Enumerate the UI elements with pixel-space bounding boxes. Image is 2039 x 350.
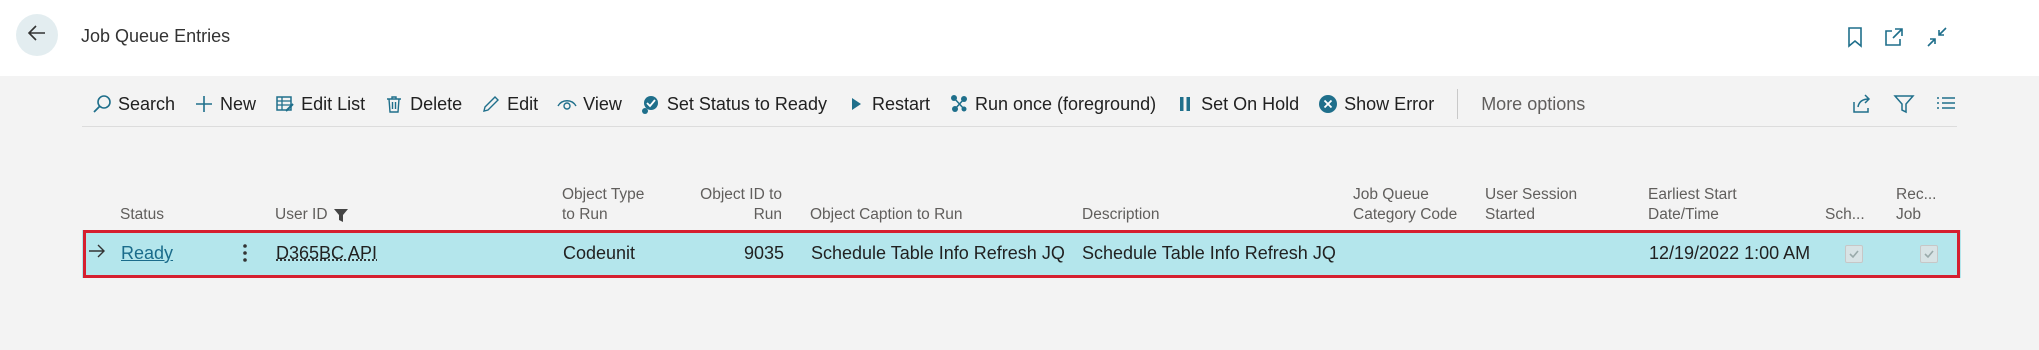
column-header-scheduled[interactable]: Sch... — [1825, 205, 1865, 225]
play-icon — [845, 93, 867, 115]
row-actions-more-icon[interactable] — [241, 242, 249, 269]
column-header-user-id[interactable]: User ID — [275, 205, 349, 225]
filter-icon[interactable] — [1893, 93, 1915, 115]
restart-button[interactable]: Restart — [836, 86, 939, 122]
action-bar-separator — [82, 126, 1957, 127]
page-header: Job Queue Entries — [0, 0, 2039, 76]
search-button[interactable]: Search — [82, 86, 184, 122]
cell-object-id: 9035 — [743, 243, 784, 263]
cell-scheduled-checkbox[interactable] — [1845, 245, 1863, 263]
show-error-button[interactable]: Show Error — [1308, 86, 1443, 122]
cell-recurring-checkbox[interactable] — [1920, 245, 1938, 263]
edit-button[interactable]: Edit — [471, 86, 547, 122]
more-options-button[interactable]: More options — [1472, 86, 1594, 122]
status-ready-icon — [640, 93, 662, 115]
new-button[interactable]: New — [184, 86, 265, 122]
delete-button[interactable]: Delete — [374, 86, 471, 122]
action-bar-right-icons — [1831, 84, 1957, 124]
column-header-status[interactable]: Status — [120, 205, 164, 225]
column-header-object-type[interactable]: Object Type to Run — [562, 185, 644, 225]
cell-object-caption: Schedule Table Info Refresh JQ — [811, 243, 1065, 263]
cell-user-id[interactable]: D365BC API — [276, 243, 377, 264]
eye-icon — [556, 93, 578, 115]
action-bar: Search New Edit List Delete Edit View Se… — [82, 84, 1957, 124]
share-icon[interactable] — [1851, 93, 1873, 115]
view-button[interactable]: View — [547, 86, 631, 122]
column-header-earliest-start[interactable]: Earliest Start Date/Time — [1648, 185, 1737, 225]
cell-description: Schedule Table Info Refresh JQ — [1082, 243, 1336, 263]
plus-icon — [193, 93, 215, 115]
open-new-window-icon[interactable] — [1883, 26, 1905, 48]
cell-earliest-start: 12/19/2022 1:00 AM — [1649, 243, 1811, 263]
column-header-category-code[interactable]: Job Queue Category Code — [1353, 185, 1457, 225]
edit-list-icon — [274, 93, 296, 115]
cell-status[interactable]: Ready — [121, 243, 173, 264]
page-title: Job Queue Entries — [81, 26, 231, 46]
arrow-left-icon — [26, 22, 48, 49]
set-status-ready-button[interactable]: Set Status to Ready — [631, 86, 836, 122]
filter-icon — [333, 208, 349, 223]
back-button[interactable] — [16, 14, 58, 56]
column-header-description[interactable]: Description — [1082, 205, 1160, 225]
pencil-icon — [480, 93, 502, 115]
set-on-hold-button[interactable]: Set On Hold — [1165, 86, 1308, 122]
pause-icon — [1174, 93, 1196, 115]
column-header-object-caption[interactable]: Object Caption to Run — [810, 205, 963, 225]
column-header-user-session[interactable]: User Session Started — [1485, 185, 1577, 225]
trash-icon — [383, 93, 405, 115]
cell-object-type: Codeunit — [563, 243, 636, 263]
list-view-icon[interactable] — [1935, 93, 1957, 115]
edit-list-button[interactable]: Edit List — [265, 86, 374, 122]
run-once-button[interactable]: Run once (foreground) — [939, 86, 1165, 122]
bookmark-icon[interactable] — [1844, 26, 1866, 48]
run-icon — [948, 93, 970, 115]
search-icon — [91, 93, 113, 115]
error-icon — [1317, 93, 1339, 115]
action-bar-divider — [1457, 89, 1459, 119]
collapse-icon[interactable] — [1926, 26, 1948, 48]
column-header-object-id[interactable]: Object ID to Run — [680, 185, 782, 225]
column-header-recurring[interactable]: Rec... Job — [1896, 185, 1936, 225]
row-indicator-arrow-icon — [88, 242, 106, 265]
